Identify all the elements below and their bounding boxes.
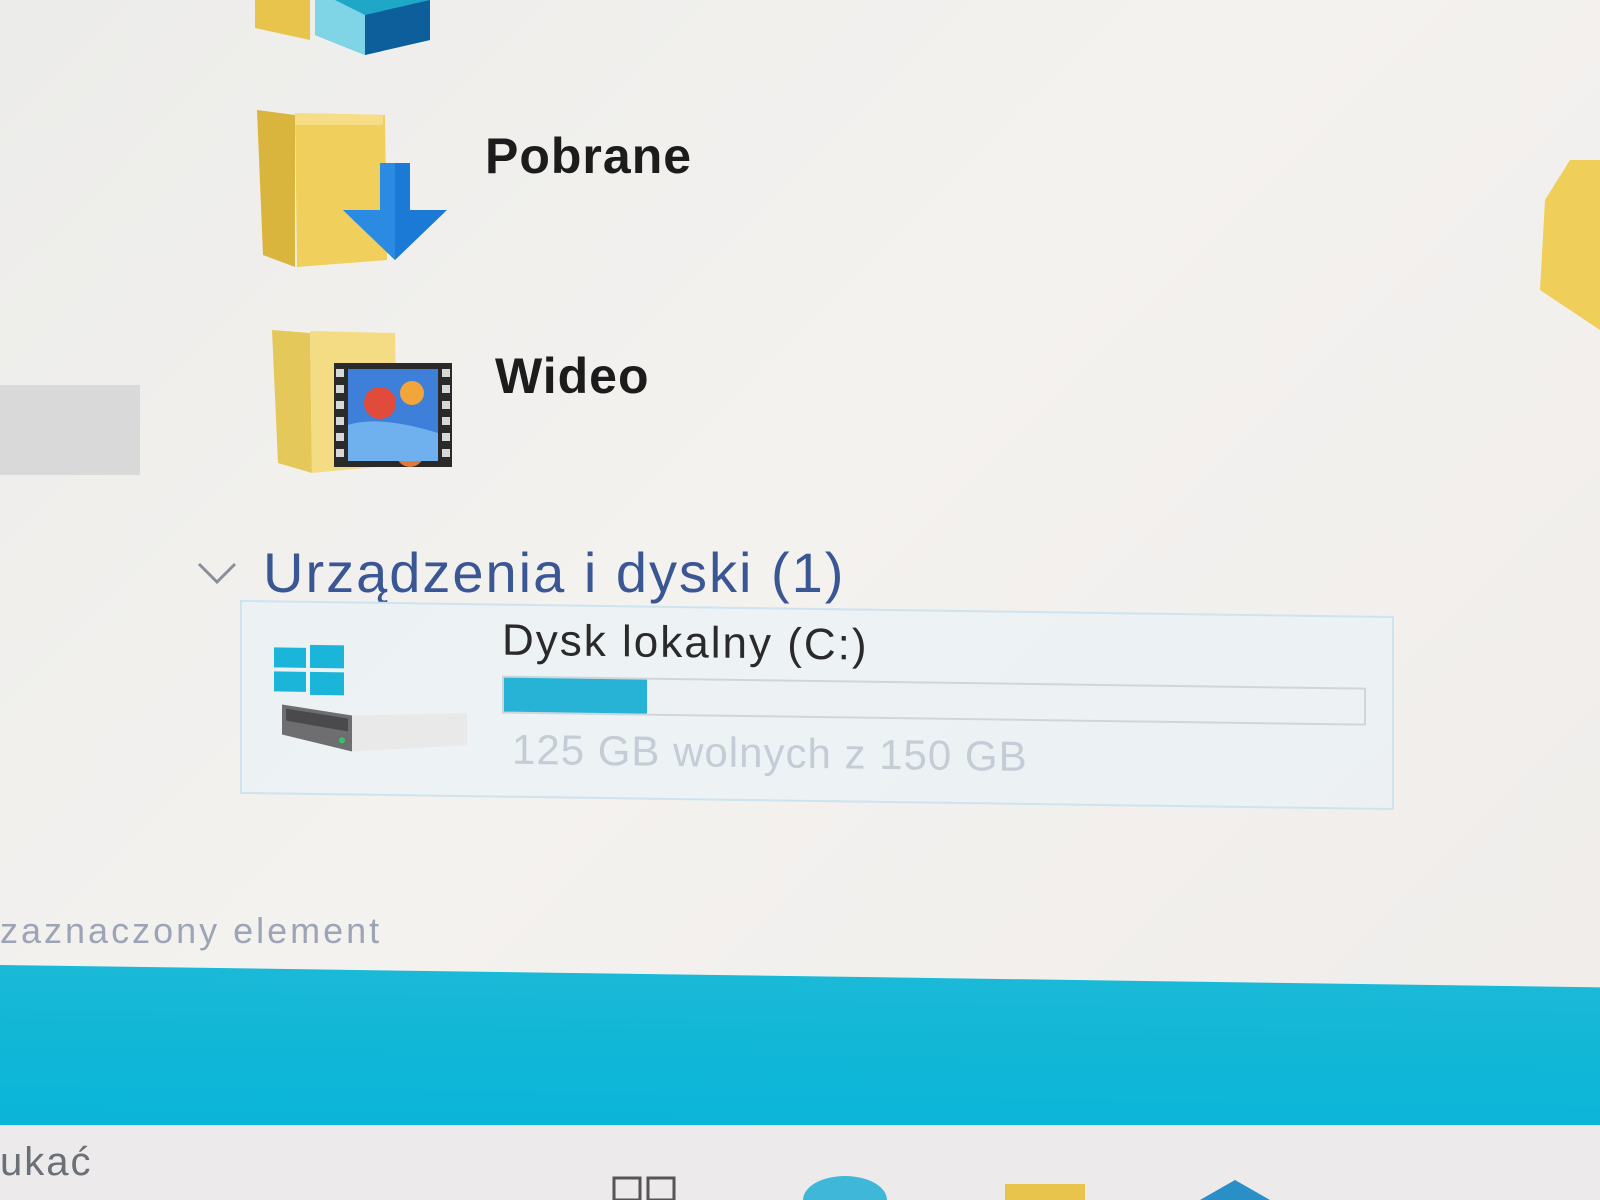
edge-icon[interactable] xyxy=(800,1170,890,1200)
drive-usage-fill xyxy=(504,677,648,714)
drive-name: Dysk lokalny (C:) xyxy=(502,615,869,670)
windows-drive-icon xyxy=(274,644,467,752)
downloads-folder-icon xyxy=(257,110,447,267)
taskbar-accent-band xyxy=(0,965,1600,1148)
taskbar-search-box[interactable]: ukać xyxy=(0,1140,93,1185)
drive-item-c[interactable]: Dysk lokalny (C:) 125 GB wolnych z 150 G… xyxy=(240,599,1394,811)
file-explorer-icon[interactable] xyxy=(1000,1170,1090,1200)
group-header-devices[interactable]: Urządzenia i dyski (1) xyxy=(195,540,845,605)
drive-free-space: 125 GB wolnych z 150 GB xyxy=(512,725,1028,780)
status-bar-text: zaznaczony element xyxy=(0,910,383,951)
nav-pane-selected-item[interactable] xyxy=(0,385,140,475)
chevron-down-icon[interactable] xyxy=(195,558,239,588)
folder-item-partial[interactable] xyxy=(255,0,445,60)
drive-usage-bar xyxy=(502,675,1366,726)
folder-name: Wideo xyxy=(495,348,650,404)
folder-item-downloads[interactable]: Pobrane xyxy=(255,105,755,270)
group-title: Urządzenia i dyski (1) xyxy=(263,541,846,604)
file-explorer-window: Pobrane Wideo Urządzenia i dyski (1) Dys… xyxy=(0,0,1600,1200)
videos-folder-icon xyxy=(272,330,452,473)
folder-icon xyxy=(255,0,430,55)
store-icon[interactable] xyxy=(1190,1170,1280,1200)
folder-name: Pobrane xyxy=(485,128,693,184)
folder-item-videos[interactable]: Wideo xyxy=(270,325,770,475)
task-view-icon[interactable] xyxy=(610,1170,680,1200)
folder-icon[interactable] xyxy=(1540,160,1600,330)
